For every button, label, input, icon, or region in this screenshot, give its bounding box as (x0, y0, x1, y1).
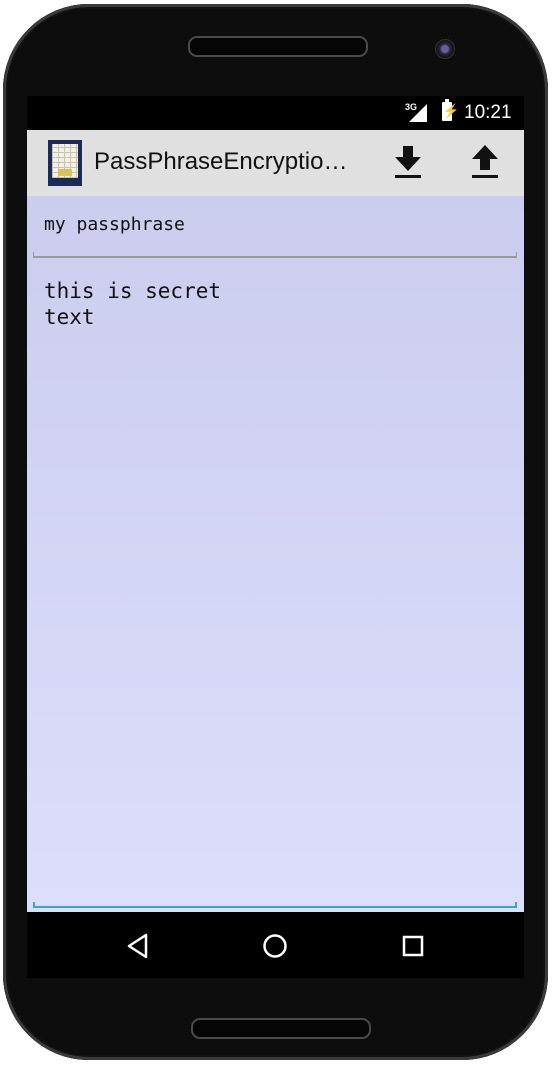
upload-icon (472, 145, 498, 178)
action-bar: PassPhraseEncryptio… (27, 130, 524, 196)
download-icon (395, 146, 421, 178)
navigation-bar (27, 912, 524, 978)
status-clock: 10:21 (464, 102, 512, 123)
passphrase-value: my passphrase (44, 214, 185, 235)
recents-button[interactable] (396, 929, 430, 963)
app-title: PassPhraseEncryptio… (94, 148, 348, 175)
secret-text-underline (33, 902, 517, 908)
home-icon (263, 934, 287, 958)
bottom-speaker (191, 1018, 371, 1039)
back-button[interactable] (121, 929, 155, 963)
signal-icon (409, 104, 427, 122)
upload-button[interactable] (463, 142, 507, 186)
home-button[interactable] (258, 929, 292, 963)
front-camera (435, 39, 455, 59)
app-icon-seal (58, 169, 72, 176)
download-button[interactable] (386, 142, 430, 186)
secret-text-line: text (44, 305, 95, 329)
device-screen: 3G ⚡ 10:21 PassPhraseEncryptio… my passp… (27, 96, 524, 978)
back-icon (127, 933, 148, 959)
main-content: my passphrase this is secret text (27, 196, 524, 912)
app-icon (48, 140, 82, 186)
status-bar: 3G ⚡ 10:21 (27, 96, 524, 130)
recents-icon (402, 935, 424, 957)
passphrase-input[interactable]: my passphrase (33, 202, 517, 258)
passphrase-underline (33, 252, 517, 258)
secret-text-value: this is secret text (44, 278, 344, 330)
earpiece-speaker (188, 36, 368, 57)
secret-text-line: this is secret (44, 279, 222, 303)
battery-charging-icon: ⚡ (442, 99, 459, 121)
secret-text-input[interactable]: this is secret text (33, 268, 517, 908)
